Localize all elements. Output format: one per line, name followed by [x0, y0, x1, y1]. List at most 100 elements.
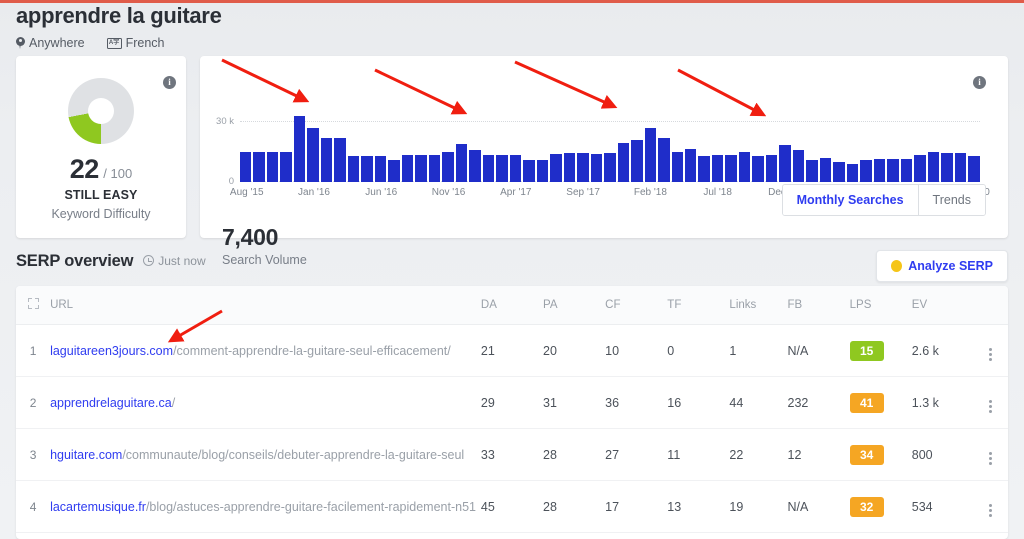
chart-bar[interactable] [765, 155, 778, 182]
column-tf[interactable]: TF [667, 286, 730, 325]
chart-bar[interactable] [900, 159, 913, 182]
chart-bar[interactable] [860, 160, 872, 182]
row-url[interactable]: laguitareen3jours.com/comment-apprendre-… [50, 324, 481, 377]
row-url-domain[interactable]: laguitareen3jours.com [50, 344, 173, 358]
chart-bar[interactable] [779, 145, 791, 182]
row-url-domain[interactable]: apprendrelaguitare.ca [50, 396, 172, 410]
chart-bar[interactable] [442, 152, 454, 182]
chart-bar[interactable] [738, 152, 751, 182]
chart-bar[interactable] [496, 155, 508, 182]
language-meta[interactable]: A字 French [106, 36, 165, 50]
column-ev[interactable]: EV [911, 286, 974, 325]
row-menu-icon[interactable] [989, 504, 993, 517]
chart-bar[interactable] [469, 150, 481, 182]
table-row[interactable]: 5blog.myguitare.com/apprendre-la-guitare… [16, 532, 1008, 539]
chart-bar[interactable] [833, 162, 845, 182]
chart-bar[interactable] [577, 153, 589, 182]
table-row[interactable]: 1 laguitareen3jours.com/comment-apprendre… [16, 324, 1008, 377]
row-url[interactable]: blog.myguitare.com/apprendre-la-guitare/… [50, 532, 481, 539]
row-actions[interactable] [973, 480, 1008, 533]
chart-bar[interactable] [671, 152, 683, 182]
chart-bar[interactable] [523, 160, 535, 182]
chart-bar[interactable] [293, 115, 306, 182]
chart-bar[interactable] [658, 137, 670, 182]
row-url[interactable]: apprendrelaguitare.ca/ [50, 376, 481, 429]
chart-bar[interactable] [334, 137, 346, 182]
chart-bar[interactable] [968, 156, 980, 182]
table-row[interactable]: 3 hguitare.com/communaute/blog/conseils/d… [16, 428, 1008, 481]
row-url-domain[interactable]: hguitare.com [50, 448, 122, 462]
chart-bar[interactable] [280, 152, 292, 182]
chart-bar[interactable] [806, 160, 818, 182]
row-url[interactable]: lacartemusique.fr/blog/astuces-apprendre… [50, 480, 481, 533]
analyze-serp-button[interactable]: Analyze SERP [876, 250, 1008, 282]
info-icon[interactable]: i [163, 76, 176, 89]
chart-bar[interactable] [550, 154, 562, 182]
chart-bar[interactable] [684, 149, 697, 182]
chart-bar[interactable] [428, 155, 441, 182]
chart-bar[interactable] [698, 156, 710, 182]
chart-bar[interactable] [563, 153, 576, 182]
chart-bar[interactable] [792, 150, 805, 182]
chart-bar[interactable] [846, 164, 859, 182]
chart-x-tick: Jan '16 [298, 187, 330, 198]
column-url[interactable]: URL [50, 286, 481, 325]
row-menu-icon[interactable] [989, 348, 993, 361]
chart-bar[interactable] [509, 155, 522, 182]
row-actions[interactable] [973, 324, 1008, 377]
chart-bar[interactable] [347, 156, 360, 182]
table-row[interactable]: 4 lacartemusique.fr/blog/astuces-apprendr… [16, 480, 1008, 533]
table-row[interactable]: 2 apprendrelaguitare.ca/29 31 36 16 44 232 41 1.… [16, 376, 1008, 429]
row-actions[interactable] [973, 376, 1008, 429]
column-pa[interactable]: PA [543, 286, 606, 325]
chart-bar[interactable] [374, 156, 387, 182]
chart-bar[interactable] [240, 152, 252, 182]
row-menu-icon[interactable] [989, 400, 993, 413]
row-actions[interactable] [973, 428, 1008, 481]
chart-bar[interactable] [711, 155, 724, 182]
chart-bar[interactable] [631, 140, 643, 182]
location-meta[interactable]: Anywhere [16, 36, 85, 50]
chart-bar[interactable] [873, 159, 886, 182]
row-url[interactable]: hguitare.com/communaute/blog/conseils/de… [50, 428, 481, 481]
row-url-domain[interactable]: lacartemusique.fr [50, 500, 146, 514]
chart-bar[interactable] [455, 144, 468, 182]
column-fb[interactable]: FB [787, 286, 850, 325]
chart-bar[interactable] [941, 153, 953, 182]
chart-bar[interactable] [361, 156, 373, 182]
chart-bar[interactable] [644, 127, 657, 182]
row-ev: 534 [911, 480, 974, 533]
chart-bar[interactable] [307, 127, 319, 182]
chart-bar[interactable] [617, 143, 630, 182]
row-da: 21 [480, 324, 544, 377]
row-actions[interactable] [973, 532, 1008, 539]
chart-bar[interactable] [887, 159, 899, 182]
row-tf: 13 [667, 480, 730, 533]
chart-bar[interactable] [725, 155, 737, 182]
chart-bar[interactable] [253, 152, 265, 182]
chart-bar[interactable] [927, 152, 940, 182]
chart-bar[interactable] [819, 158, 832, 182]
chart-bar[interactable] [266, 152, 279, 182]
chart-bar[interactable] [388, 160, 400, 182]
chart-bar[interactable] [590, 154, 603, 182]
tab-monthly-searches[interactable]: Monthly Searches [782, 185, 918, 215]
chart-bar[interactable] [604, 153, 616, 182]
chart-bar[interactable] [536, 160, 549, 182]
column-lps[interactable]: LPS [849, 286, 912, 325]
chart-bar[interactable] [914, 155, 926, 182]
column-cf[interactable]: CF [605, 286, 668, 325]
tab-trends[interactable]: Trends [917, 185, 985, 215]
chart-bar[interactable] [401, 155, 414, 182]
chart-bar[interactable] [482, 155, 495, 182]
row-menu-icon[interactable] [989, 452, 993, 465]
chart-bar[interactable] [415, 155, 427, 182]
chart-x-tick: Jun '16 [365, 187, 398, 198]
column-links[interactable]: Links [729, 286, 788, 325]
chart-bar[interactable] [752, 156, 764, 182]
chart-bar[interactable] [954, 153, 967, 182]
chart-bar[interactable] [320, 137, 333, 182]
expand-icon[interactable] [27, 298, 39, 309]
column-expand[interactable] [16, 286, 51, 325]
column-da[interactable]: DA [480, 286, 544, 325]
